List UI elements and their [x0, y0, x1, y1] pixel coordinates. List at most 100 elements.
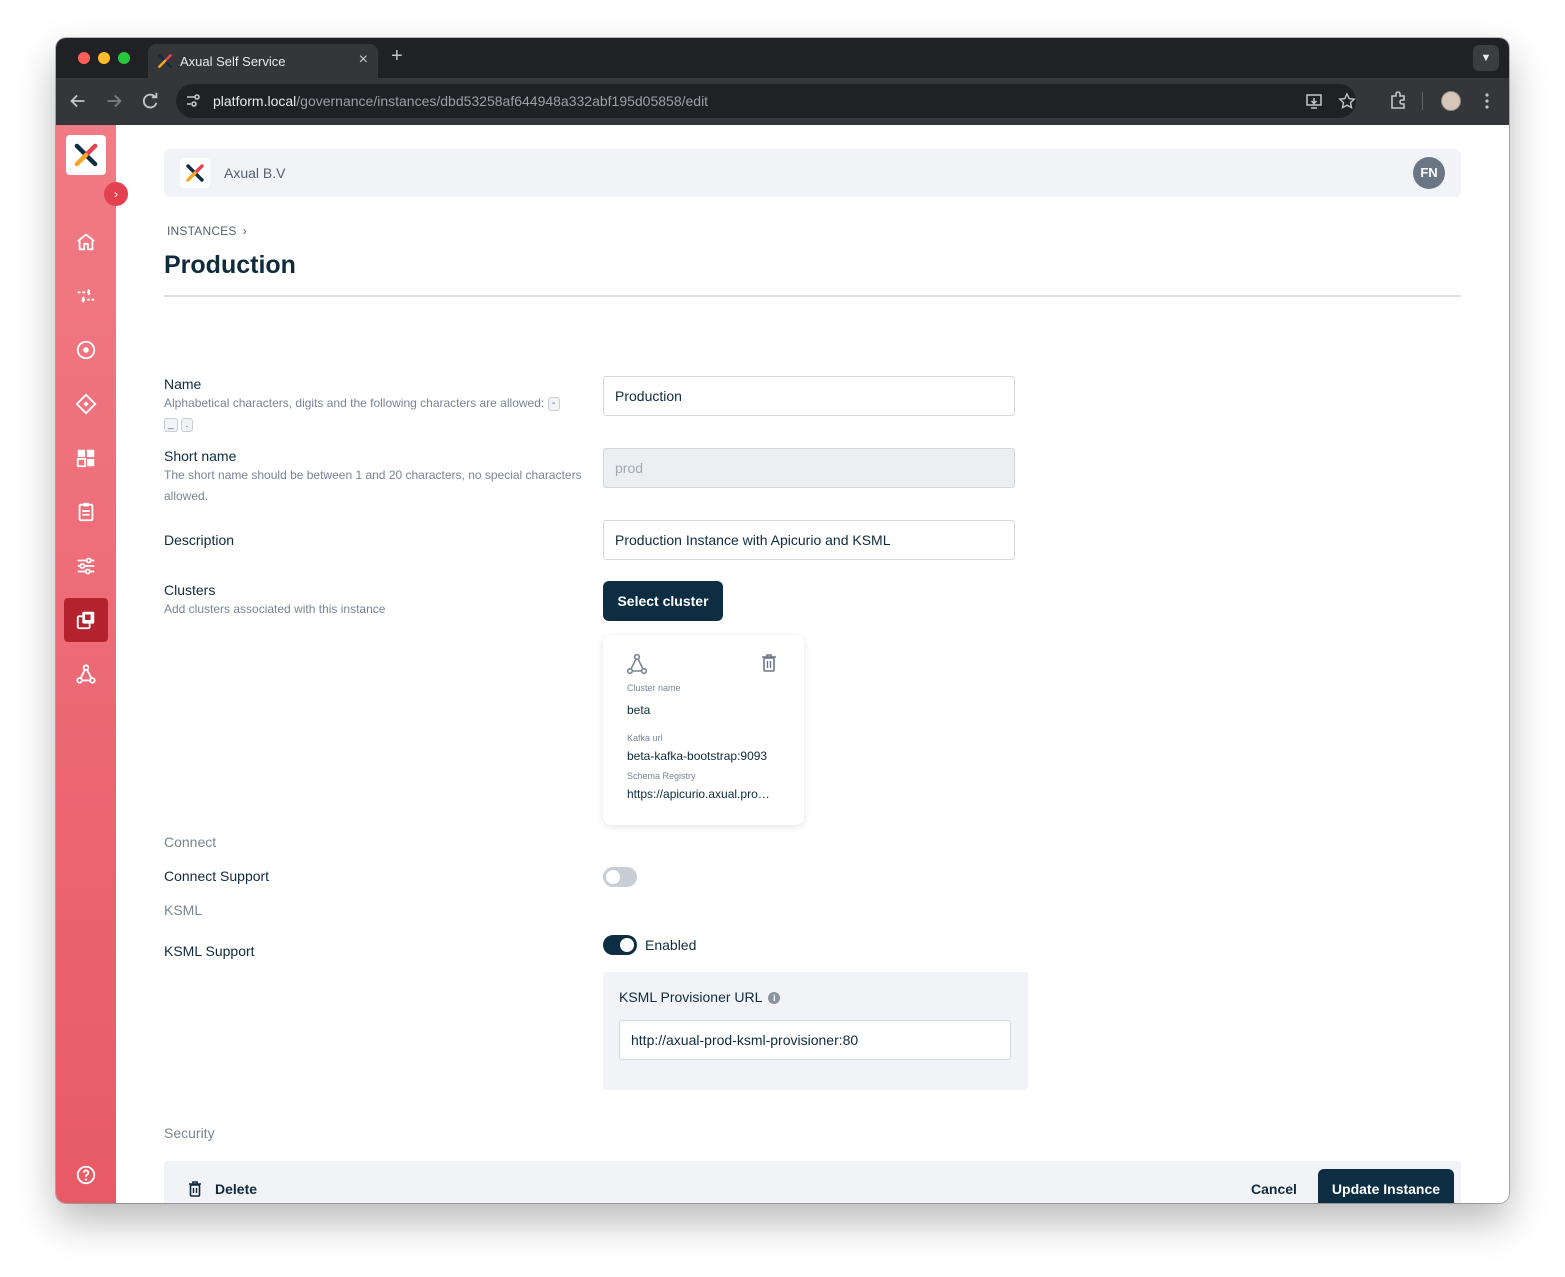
org-logo — [180, 158, 210, 188]
url-text: platform.local/governance/instances/dbd5… — [213, 93, 708, 109]
site-settings-icon[interactable] — [184, 92, 202, 110]
ksml-provisioner-url-input[interactable]: http://axual-prod-ksml-provisioner:80 — [619, 1020, 1011, 1060]
tab-search-chevron-icon[interactable]: ▼ — [1473, 45, 1499, 71]
clusters-icon — [76, 664, 96, 684]
url-path: /governance/instances/dbd53258af644948a3… — [296, 93, 709, 109]
title-divider — [164, 295, 1461, 297]
browser-menu-icon[interactable] — [1476, 90, 1498, 112]
sidebar-item-help[interactable] — [64, 1153, 108, 1197]
ksml-section-heading: KSML — [164, 902, 203, 918]
ksml-enabled-label: Enabled — [645, 937, 697, 953]
toolbar-separator — [1422, 92, 1423, 110]
breadcrumb: INSTANCES › — [167, 224, 247, 238]
sidebar-logo[interactable] — [66, 135, 106, 175]
toggle-knob — [620, 938, 634, 952]
cluster-name-value: beta — [627, 703, 651, 717]
home-icon — [77, 233, 95, 251]
security-section-heading: Security — [164, 1125, 215, 1141]
cancel-button[interactable]: Cancel — [1251, 1181, 1297, 1197]
connect-support-label: Connect Support — [164, 868, 270, 884]
description-input[interactable]: Production Instance with Apicurio and KS… — [603, 520, 1015, 560]
diamond-icon — [75, 393, 97, 415]
action-bar: Delete Cancel Update Instance — [164, 1161, 1461, 1203]
page-title: Production — [164, 251, 296, 279]
short-name-help: The short name should be between 1 and 2… — [164, 468, 582, 503]
sidebar-expand-chevron-icon[interactable]: › — [104, 182, 128, 206]
allowed-char-chip: _ — [164, 417, 178, 432]
minimize-window-button[interactable] — [98, 52, 110, 64]
name-label: Name — [164, 376, 202, 392]
ksml-support-label: KSML Support — [164, 943, 255, 959]
sidebar: › — [56, 125, 128, 1203]
profile-avatar-icon[interactable] — [1441, 91, 1461, 111]
sidebar-item-instances[interactable] — [64, 598, 108, 642]
extensions-puzzle-icon[interactable] — [1387, 90, 1409, 112]
reload-icon[interactable] — [139, 90, 161, 112]
sidebar-item-clipboard[interactable] — [64, 490, 108, 534]
name-help-text: Alphabetical characters, digits and the … — [164, 396, 545, 410]
sidebar-item-diamond[interactable] — [64, 382, 108, 426]
dashboard-icon — [76, 449, 95, 468]
breadcrumb-chevron-icon: › — [242, 224, 247, 238]
breadcrumb-instances-link[interactable]: INSTANCES — [167, 224, 237, 238]
streams-icon — [77, 288, 95, 304]
short-name-label: Short name — [164, 448, 237, 464]
sidebar-item-home[interactable] — [64, 220, 108, 264]
maximize-window-button[interactable] — [118, 52, 130, 64]
axual-logo-icon — [158, 54, 172, 68]
sliders-icon — [77, 557, 95, 575]
trash-icon[interactable] — [760, 653, 778, 673]
org-name: Axual B.V — [224, 165, 286, 181]
name-help: Alphabetical characters, digits and the … — [164, 393, 589, 435]
schema-registry-value: https://apicurio.axual.pro… — [627, 787, 770, 801]
browser-tab[interactable]: Axual Self Service × — [148, 44, 378, 78]
org-header: Axual B.V FN — [164, 149, 1461, 197]
kafka-url-value: beta-kafka-bootstrap:9093 — [627, 749, 768, 763]
connect-section-heading: Connect — [164, 834, 217, 850]
schema-registry-label: Schema Registry — [627, 771, 696, 781]
sidebar-item-settings[interactable] — [64, 544, 108, 588]
ksml-provisioner-label-text: KSML Provisioner URL — [619, 989, 763, 1005]
instances-icon — [76, 611, 95, 630]
address-bar[interactable]: platform.local/governance/instances/dbd5… — [176, 84, 1356, 118]
tab-strip: Axual Self Service × + ▼ — [56, 38, 1509, 78]
clipboard-icon — [78, 502, 94, 522]
sidebar-item-clusters[interactable] — [64, 652, 108, 696]
user-avatar[interactable]: FN — [1413, 157, 1445, 189]
info-icon[interactable]: i — [768, 992, 781, 1004]
short-name-input: prod — [603, 448, 1015, 488]
kafka-url-label: Kafka url — [627, 733, 663, 743]
ksml-support-toggle[interactable] — [603, 935, 637, 955]
tab-close-icon[interactable]: × — [359, 51, 368, 69]
sidebar-item-dashboard[interactable] — [64, 436, 108, 480]
axual-logo-icon — [186, 164, 204, 182]
browser-toolbar: platform.local/governance/instances/dbd5… — [56, 78, 1509, 125]
cluster-name-label: Cluster name — [627, 683, 681, 693]
allowed-char-chip: . — [180, 417, 193, 432]
back-arrow-icon[interactable] — [67, 90, 89, 112]
name-input[interactable]: Production — [603, 376, 1015, 416]
tab-title: Axual Self Service — [180, 54, 286, 69]
update-instance-button[interactable]: Update Instance — [1318, 1169, 1454, 1203]
sidebar-item-target[interactable] — [64, 328, 108, 372]
browser-window: Axual Self Service × + ▼ platform.local/… — [56, 38, 1509, 1203]
close-window-button[interactable] — [78, 52, 90, 64]
url-host: platform.local — [213, 93, 297, 109]
connect-support-toggle[interactable] — [603, 867, 637, 887]
trash-icon[interactable] — [188, 1181, 202, 1197]
new-tab-icon[interactable]: + — [391, 45, 403, 68]
toggle-knob — [606, 870, 620, 884]
sidebar-item-streams[interactable] — [64, 274, 108, 318]
forward-arrow-icon[interactable] — [103, 90, 125, 112]
bookmark-star-icon[interactable] — [1338, 92, 1356, 110]
clusters-help: Add clusters associated with this instan… — [164, 602, 386, 616]
main-content: Axual B.V FN INSTANCES › Production Name … — [116, 125, 1509, 1203]
ksml-provisioner-panel: KSML Provisioner URL i http://axual-prod-… — [603, 972, 1028, 1090]
cluster-card: Cluster name beta Kafka url beta-kafka-b… — [603, 635, 804, 825]
install-app-icon[interactable] — [1305, 92, 1323, 110]
cluster-icon — [625, 652, 649, 676]
delete-button[interactable]: Delete — [215, 1181, 257, 1197]
target-icon — [76, 340, 96, 360]
axual-logo-icon — [74, 143, 98, 167]
select-cluster-button[interactable]: Select cluster — [603, 581, 723, 621]
